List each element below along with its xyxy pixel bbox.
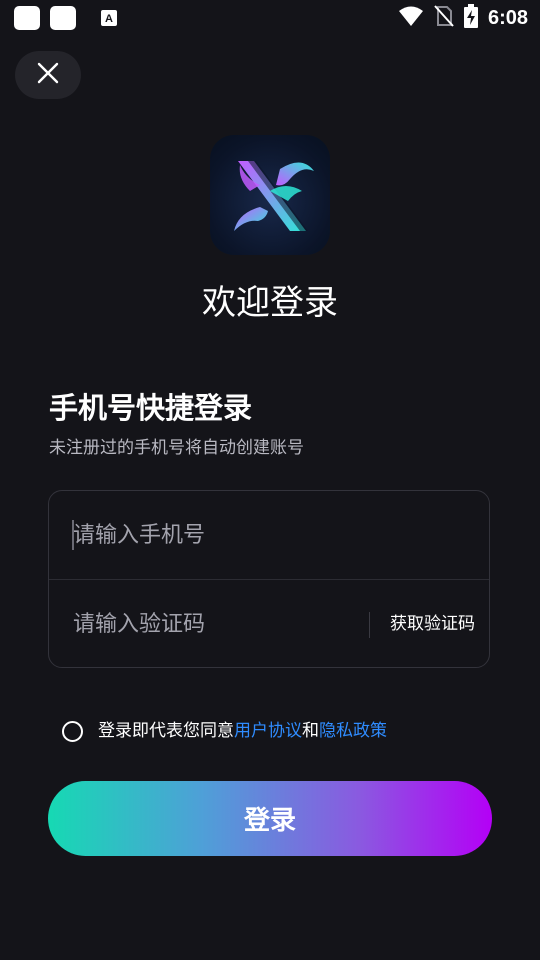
a-notification-icon: A: [100, 9, 118, 27]
status-time: 6:08: [487, 7, 528, 29]
quick-login-title: 手机号快捷登录: [49, 391, 253, 425]
phone-input[interactable]: [49, 515, 373, 555]
status-bar-right: 6:08: [398, 4, 528, 32]
user-agreement-link[interactable]: 用户协议: [234, 718, 302, 744]
code-field-row: 获取验证码: [49, 580, 489, 668]
welcome-title: 欢迎登录: [202, 283, 338, 323]
app-logo: [210, 135, 330, 255]
agreement-conjunction: 和: [302, 721, 319, 741]
code-divider: [369, 612, 370, 638]
battery-charging-icon: [463, 4, 478, 32]
login-button-label: 登录: [243, 806, 296, 836]
status-bar-left: A: [14, 6, 118, 30]
agreement-prefix: 登录即代表您同意: [98, 721, 234, 741]
verification-code-input[interactable]: [49, 604, 373, 644]
wifi-icon: [398, 5, 424, 31]
agreement-checkbox[interactable]: [62, 720, 83, 742]
privacy-policy-link[interactable]: 隐私政策: [319, 718, 387, 744]
phone-field-row: [49, 491, 489, 580]
no-sim-icon: [434, 5, 454, 31]
agreement-row: 登录即代表您同意 用户协议 和 隐私政策: [62, 718, 387, 744]
app-logo-icon: [234, 161, 314, 231]
text-caret: [72, 520, 74, 550]
get-code-button[interactable]: 获取验证码: [390, 605, 475, 643]
svg-text:A: A: [105, 13, 113, 25]
close-button[interactable]: [15, 51, 81, 99]
login-button[interactable]: 登录: [48, 781, 492, 856]
status-bar: A 6:08: [0, 0, 540, 36]
quick-login-subtitle: 未注册过的手机号将自动创建账号: [49, 438, 304, 458]
close-icon: [37, 62, 59, 88]
login-form: 获取验证码: [48, 490, 490, 668]
app-square-icon: [50, 6, 76, 30]
app-square-icon: [14, 6, 40, 30]
